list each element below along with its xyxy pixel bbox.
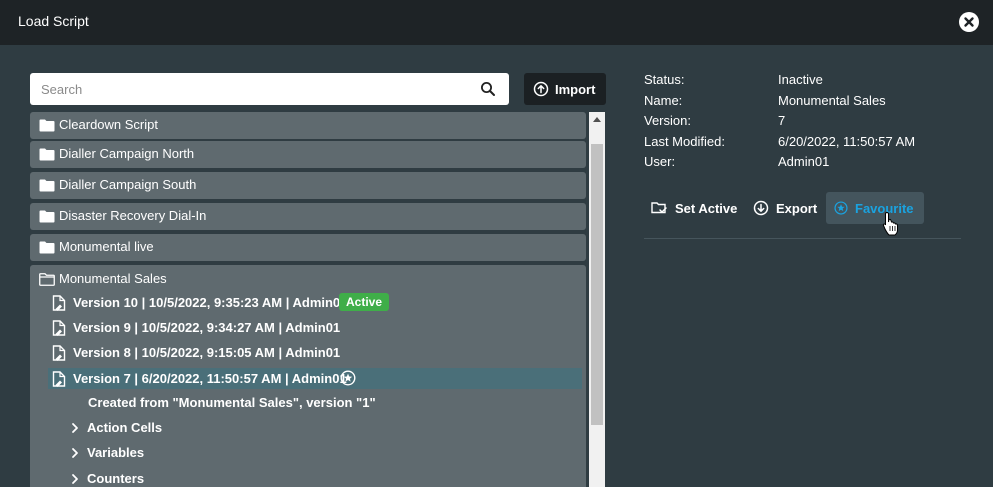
tree-version-8[interactable]: Version 8 | 10/5/2022, 9:15:05 AM | Admi… xyxy=(48,342,582,363)
export-button[interactable]: Export xyxy=(746,192,820,224)
export-label: Export xyxy=(776,201,818,216)
tree-folder-cleardown-script[interactable]: Cleardown Script xyxy=(30,112,586,139)
script-version-icon xyxy=(52,345,66,361)
scrollbar-thumb[interactable] xyxy=(591,144,603,425)
set-active-label: Set Active xyxy=(675,201,738,216)
script-version-icon xyxy=(52,295,66,311)
last-modified-key: Last Modified: xyxy=(644,134,725,149)
tree-folder-disaster-recovery[interactable]: Disaster Recovery Dial-In xyxy=(30,203,586,230)
user-key: User: xyxy=(644,154,676,169)
chevron-right-icon xyxy=(72,474,78,484)
tree-scrollbar[interactable] xyxy=(589,112,605,487)
tree-folder-label: Monumental live xyxy=(59,239,154,254)
search-box xyxy=(30,73,509,105)
tree-version-label: Version 7 | 6/20/2022, 11:50:57 AM | Adm… xyxy=(73,371,347,386)
close-icon xyxy=(964,17,974,27)
tree-version-label: Version 8 | 10/5/2022, 9:15:05 AM | Admi… xyxy=(73,345,341,360)
upload-icon xyxy=(533,81,549,97)
tree-node-counters[interactable]: Counters xyxy=(70,469,370,487)
last-modified-value: 6/20/2022, 11:50:57 AM xyxy=(778,134,916,149)
tree-folder-label: Dialler Campaign North xyxy=(59,146,195,161)
tree-node-action-cells[interactable]: Action Cells xyxy=(70,418,370,438)
favourite-star-icon xyxy=(834,201,848,215)
status-key: Status: xyxy=(644,72,685,87)
tree-node-variables[interactable]: Variables xyxy=(70,443,370,463)
tree-folder-dialler-campaign-north[interactable]: Dialler Campaign North xyxy=(30,141,586,168)
status-value: Inactive xyxy=(778,72,823,87)
name-value: Monumental Sales xyxy=(778,93,886,108)
tree-folder-label: Dialler Campaign South xyxy=(59,177,197,192)
tree-version-7[interactable]: Version 7 | 6/20/2022, 11:50:57 AM | Adm… xyxy=(48,368,582,389)
search-input[interactable] xyxy=(30,73,470,105)
tree-folder-label: Cleardown Script xyxy=(59,117,158,132)
chevron-right-icon xyxy=(72,448,78,458)
close-button[interactable] xyxy=(959,12,979,32)
script-tree: Cleardown Script Dialler Campaign North … xyxy=(30,112,586,487)
favourite-star-icon xyxy=(340,370,356,386)
details-divider xyxy=(644,238,961,239)
active-status-badge: Active xyxy=(339,293,390,311)
tree-folder-monumental-live[interactable]: Monumental live xyxy=(30,234,586,261)
import-button[interactable]: Import xyxy=(524,73,606,105)
folder-open-icon[interactable] xyxy=(39,273,55,286)
tree-version-label: Version 9 | 10/5/2022, 9:34:27 AM | Admi… xyxy=(73,320,341,335)
tree-node-label: Variables xyxy=(87,445,145,460)
tree-version-9[interactable]: Version 9 | 10/5/2022, 9:34:27 AM | Admi… xyxy=(48,317,582,338)
tree-node-label: Counters xyxy=(87,471,145,486)
user-value: Admin01 xyxy=(778,154,830,169)
tree-node-label: Action Cells xyxy=(87,420,163,435)
tree-folder-monumental-sales: Monumental Sales Version 10 | 10/5/2022,… xyxy=(30,265,586,487)
folder-icon xyxy=(39,210,55,223)
version-key: Version: xyxy=(644,113,691,128)
download-icon xyxy=(753,200,769,216)
tree-folder-dialler-campaign-south[interactable]: Dialler Campaign South xyxy=(30,172,586,199)
scroll-up-arrow-icon[interactable] xyxy=(593,117,601,122)
title-bar: Load Script xyxy=(0,0,993,45)
tree-folder-label: Disaster Recovery Dial-In xyxy=(59,208,207,223)
folder-icon xyxy=(39,148,55,161)
favourite-button[interactable]: Favourite xyxy=(826,192,924,224)
script-version-icon xyxy=(52,320,66,336)
tree-folder-label[interactable]: Monumental Sales xyxy=(59,271,167,286)
version-created-note: Created from "Monumental Sales", version… xyxy=(88,395,376,410)
chevron-right-icon xyxy=(72,423,78,433)
folder-icon xyxy=(39,119,55,132)
script-version-icon xyxy=(52,371,66,387)
set-active-icon xyxy=(651,202,667,214)
window-title: Load Script xyxy=(18,13,89,29)
tree-version-10[interactable]: Version 10 | 10/5/2022, 9:35:23 AM | Adm… xyxy=(48,292,582,313)
folder-icon xyxy=(39,179,55,192)
tree-version-label: Version 10 | 10/5/2022, 9:35:23 AM | Adm… xyxy=(73,295,348,310)
search-icon[interactable] xyxy=(480,81,496,97)
hand-cursor-icon xyxy=(882,211,898,236)
name-key: Name: xyxy=(644,93,683,108)
import-label: Import xyxy=(555,82,596,97)
version-value: 7 xyxy=(778,113,786,128)
set-active-button[interactable]: Set Active xyxy=(644,192,740,224)
folder-icon xyxy=(39,241,55,254)
